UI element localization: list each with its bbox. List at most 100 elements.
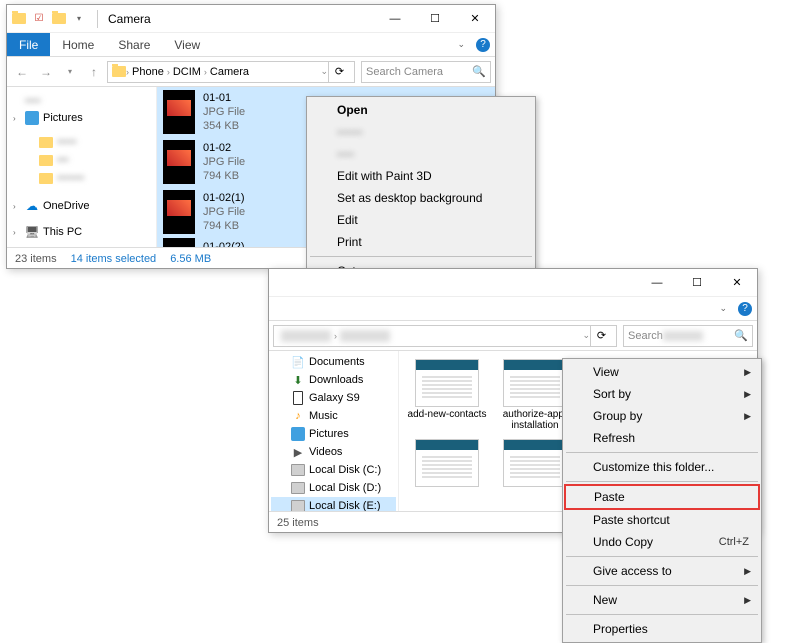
- context-menu-background: View▶ Sort by▶ Group by▶ Refresh Customi…: [562, 358, 762, 643]
- ctx-give-access[interactable]: Give access to▶: [565, 560, 759, 582]
- ctx-properties[interactable]: Properties: [565, 618, 759, 640]
- thumbnail: [415, 439, 479, 487]
- videos-icon: ▶: [291, 445, 305, 459]
- nav-thispc[interactable]: ›🖥This PC: [11, 223, 152, 241]
- ctx-undo-copy[interactable]: Undo CopyCtrl+Z: [565, 531, 759, 553]
- ctx-edit[interactable]: Edit: [309, 209, 533, 231]
- minimize-button[interactable]: —: [637, 269, 677, 297]
- breadcrumb-dropdown-icon[interactable]: ⌄: [582, 330, 590, 341]
- onedrive-icon: ☁: [25, 199, 39, 213]
- ribbon-tabs: File Home Share View ⌄ ?: [7, 33, 495, 57]
- refresh-button[interactable]: ⟳: [328, 61, 350, 83]
- nav-onedrive[interactable]: ›☁OneDrive: [11, 197, 152, 215]
- qat-dropdown-icon[interactable]: ▾: [71, 11, 87, 27]
- ctx-hidden[interactable]: ▪▪▪▪▪▪: [309, 121, 533, 143]
- help-button[interactable]: ?: [733, 297, 757, 320]
- search-icon: 🔍: [734, 329, 748, 342]
- ctx-open[interactable]: Open: [309, 99, 533, 121]
- up-button[interactable]: ↑: [83, 61, 105, 83]
- nav-downloads[interactable]: ⬇Downloads: [271, 371, 396, 389]
- breadcrumb-blur: [340, 330, 390, 342]
- ctx-paste[interactable]: Paste: [564, 484, 760, 510]
- nav-disk-c[interactable]: Local Disk (C:): [271, 461, 396, 479]
- ribbon-expand-icon[interactable]: ⌄: [457, 33, 465, 56]
- ribbon-expand-icon[interactable]: ⌄: [719, 297, 727, 320]
- ctx-hidden[interactable]: ▪▪▪▪: [309, 143, 533, 165]
- pictures-icon: [25, 111, 39, 125]
- breadcrumb-dropdown-icon[interactable]: ⌄: [320, 66, 328, 77]
- disk-icon: [291, 463, 305, 477]
- address-bar-row: › ⌄ ⟳ Search 🔍: [269, 321, 757, 351]
- forward-button[interactable]: →: [35, 61, 57, 83]
- nav-disk-d[interactable]: Local Disk (D:): [271, 479, 396, 497]
- nav-pictures[interactable]: Pictures: [271, 425, 396, 443]
- nav-pictures[interactable]: ›Pictures: [11, 109, 152, 127]
- minimize-button[interactable]: —: [375, 5, 415, 33]
- titlebar[interactable]: — ☐ ✕: [269, 269, 757, 297]
- ctx-print[interactable]: Print: [309, 231, 533, 253]
- ctx-sortby[interactable]: Sort by▶: [565, 383, 759, 405]
- help-button[interactable]: ?: [471, 33, 495, 56]
- properties-icon[interactable]: ☑: [31, 11, 47, 27]
- search-input[interactable]: Search Camera 🔍: [361, 61, 491, 83]
- nav-folder[interactable]: ▪▪▪: [11, 151, 152, 169]
- tab-home[interactable]: Home: [50, 33, 106, 56]
- disk-icon: [291, 481, 305, 495]
- quick-access-toolbar: ☑ ▾: [7, 11, 91, 27]
- nav-folder[interactable]: ▪▪▪▪▪▪▪: [11, 169, 152, 187]
- nav-videos[interactable]: ▶Videos: [271, 443, 396, 461]
- maximize-button[interactable]: ☐: [415, 5, 455, 33]
- back-button[interactable]: ←: [11, 61, 33, 83]
- refresh-button[interactable]: ⟳: [590, 325, 612, 347]
- item-count: 25 items: [277, 517, 319, 529]
- breadcrumb-part[interactable]: Phone: [129, 66, 167, 78]
- tab-share[interactable]: Share: [106, 33, 162, 56]
- search-placeholder: Search Camera: [366, 66, 443, 78]
- file-item[interactable]: [407, 439, 487, 487]
- nav-disk-e[interactable]: Local Disk (E:): [271, 497, 396, 511]
- selected-size: 6.56 MB: [170, 253, 211, 265]
- shortcut-label: Ctrl+Z: [719, 536, 749, 548]
- breadcrumb[interactable]: › ⌄ ⟳: [273, 325, 617, 347]
- separator: [566, 452, 758, 453]
- ctx-set-background[interactable]: Set as desktop background: [309, 187, 533, 209]
- disk-icon: [291, 499, 305, 511]
- tab-file[interactable]: File: [7, 33, 50, 56]
- documents-icon: 📄: [291, 355, 305, 369]
- breadcrumb-part[interactable]: Camera: [207, 66, 252, 78]
- navigation-pane[interactable]: ▪▪▪▪ ›Pictures ▪▪▪▪▪ ▪▪▪ ▪▪▪▪▪▪▪ ›☁OneDr…: [7, 87, 157, 247]
- search-input[interactable]: Search 🔍: [623, 325, 753, 347]
- navigation-pane[interactable]: 📄Documents ⬇Downloads Galaxy S9 ♪Music P…: [269, 351, 399, 511]
- recent-dropdown[interactable]: ▾: [59, 61, 81, 83]
- thumbnail: [163, 90, 195, 134]
- titlebar[interactable]: ☑ ▾ Camera — ☐ ✕: [7, 5, 495, 33]
- search-blur: [663, 331, 703, 341]
- help-icon: ?: [476, 38, 490, 52]
- ribbon-tabs: ⌄ ?: [269, 297, 757, 321]
- breadcrumb-part[interactable]: DCIM: [170, 66, 204, 78]
- close-button[interactable]: ✕: [717, 269, 757, 297]
- nav-documents[interactable]: 📄Documents: [271, 353, 396, 371]
- nav-folder[interactable]: ▪▪▪▪▪: [11, 133, 152, 151]
- new-folder-icon[interactable]: [51, 11, 67, 27]
- file-item[interactable]: add-new-contacts: [407, 359, 487, 431]
- nav-music[interactable]: ♪Music: [271, 407, 396, 425]
- submenu-arrow-icon: ▶: [744, 411, 751, 422]
- ctx-new[interactable]: New▶: [565, 589, 759, 611]
- ctx-edit-paint3d[interactable]: Edit with Paint 3D: [309, 165, 533, 187]
- ctx-customize[interactable]: Customize this folder...: [565, 456, 759, 478]
- ctx-paste-shortcut[interactable]: Paste shortcut: [565, 509, 759, 531]
- close-button[interactable]: ✕: [455, 5, 495, 33]
- maximize-button[interactable]: ☐: [677, 269, 717, 297]
- ctx-view[interactable]: View▶: [565, 361, 759, 383]
- nav-blur[interactable]: ▪▪▪▪: [11, 93, 152, 109]
- separator: [566, 585, 758, 586]
- ctx-refresh[interactable]: Refresh: [565, 427, 759, 449]
- downloads-icon: ⬇: [291, 373, 305, 387]
- breadcrumb[interactable]: › Phone › DCIM › Camera ⌄ ⟳: [107, 61, 355, 83]
- tab-view[interactable]: View: [162, 33, 212, 56]
- folder-icon: [11, 11, 27, 27]
- nav-galaxy[interactable]: Galaxy S9: [271, 389, 396, 407]
- ctx-groupby[interactable]: Group by▶: [565, 405, 759, 427]
- separator: [97, 10, 98, 28]
